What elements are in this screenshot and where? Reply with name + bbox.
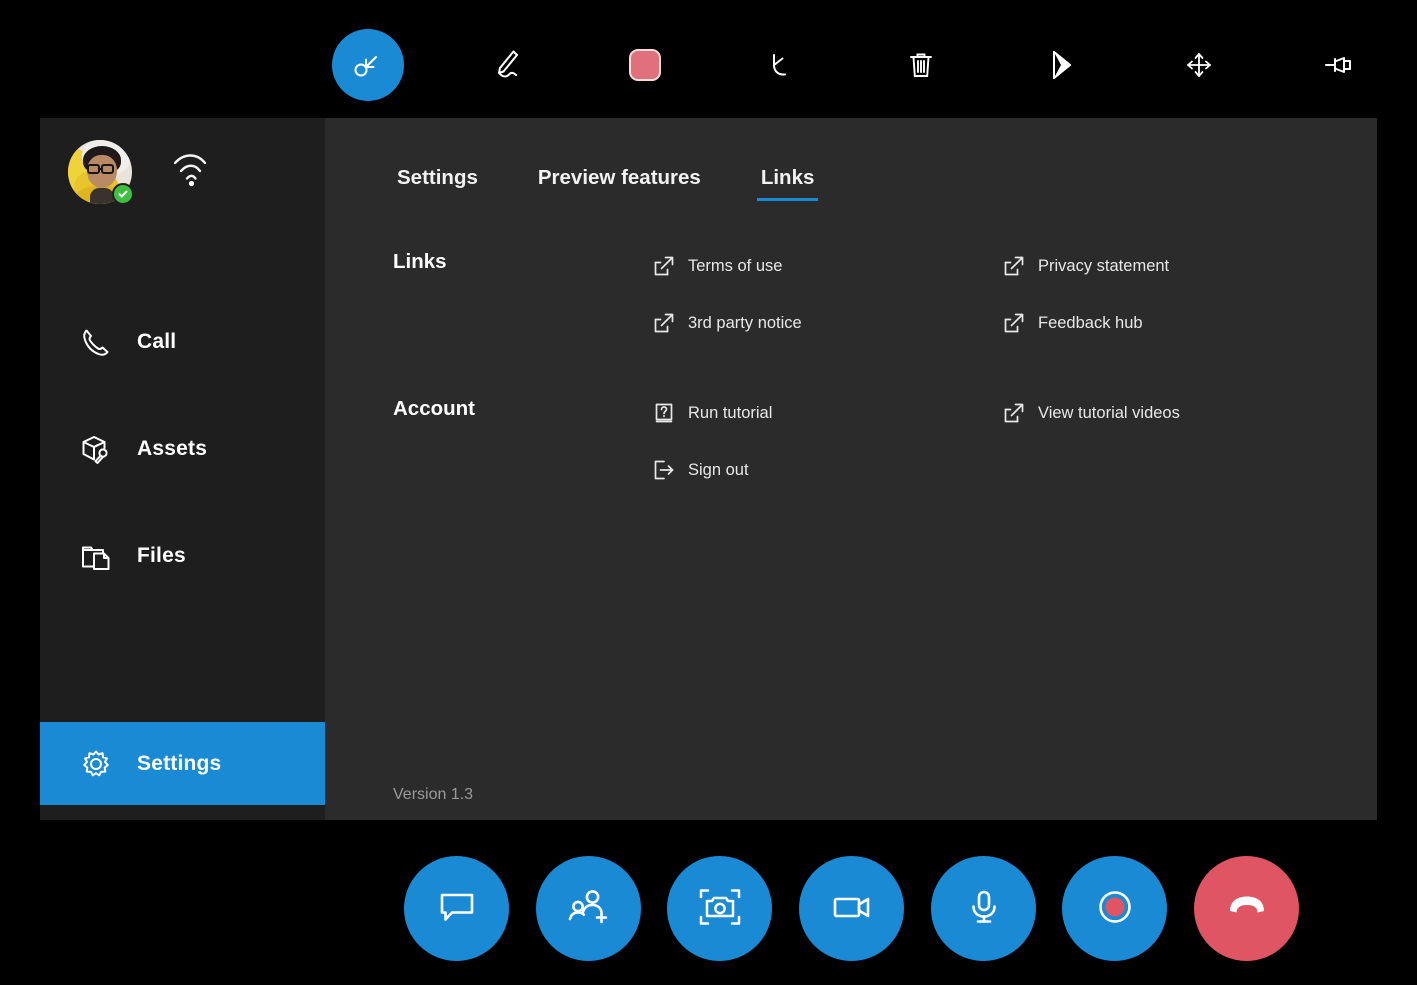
pen-icon — [486, 44, 528, 86]
hangup-phone-icon — [1222, 884, 1272, 933]
sidebar-item-files[interactable]: Files — [40, 514, 325, 597]
top-toolbar — [0, 0, 1417, 118]
help-book-icon — [653, 402, 675, 424]
capture-button[interactable] — [667, 856, 772, 961]
profile-row — [68, 140, 210, 204]
sidebar-item-label: Call — [137, 330, 176, 354]
link-label: 3rd party notice — [688, 314, 802, 333]
red-square-icon — [628, 48, 662, 82]
sidebar-nav: Call Assets — [40, 300, 325, 597]
sidebar-item-label: Assets — [137, 437, 207, 461]
sidebar-item-assets[interactable]: Assets — [40, 407, 325, 490]
link-run-tutorial[interactable]: Run tutorial — [653, 395, 1003, 431]
microphone-icon — [961, 884, 1007, 933]
camera-icon — [696, 884, 744, 933]
tab-links[interactable]: Links — [757, 166, 819, 201]
group-account: Account — [393, 395, 1353, 509]
tab-bar: Settings Preview features Links — [393, 166, 818, 201]
cursor-select-icon — [348, 45, 388, 85]
files-icon — [76, 536, 116, 576]
sidebar-item-label: Settings — [137, 752, 221, 776]
end-call-button[interactable] — [1194, 856, 1299, 961]
external-link-icon — [1003, 312, 1025, 334]
color-tool-button[interactable] — [609, 29, 681, 101]
undo-tool-button[interactable] — [747, 29, 819, 101]
group-title: Account — [393, 395, 653, 509]
link-3rd-party-notice[interactable]: 3rd party notice — [653, 305, 1003, 341]
sidebar-item-label: Files — [137, 544, 186, 568]
chat-button[interactable] — [404, 856, 509, 961]
external-link-icon — [1003, 255, 1025, 277]
version-label: Version 1.3 — [393, 786, 473, 804]
status-badge — [112, 183, 134, 205]
gear-icon — [76, 744, 116, 784]
app-window: Call Assets — [40, 118, 1377, 820]
select-tool-button[interactable] — [332, 29, 404, 101]
pin-tool-button[interactable] — [1303, 29, 1375, 101]
sidebar-item-settings[interactable]: Settings — [40, 722, 325, 805]
link-label: Run tutorial — [688, 404, 772, 423]
trash-icon — [902, 46, 940, 84]
group-column: Privacy statement — [1003, 248, 1353, 362]
delete-tool-button[interactable] — [885, 29, 957, 101]
link-groups: Links — [393, 248, 1353, 542]
sidebar: Call Assets — [40, 118, 325, 820]
link-privacy-statement[interactable]: Privacy statement — [1003, 248, 1353, 284]
record-icon — [1092, 884, 1138, 933]
link-label: Privacy statement — [1038, 257, 1169, 276]
mic-button[interactable] — [931, 856, 1036, 961]
link-view-tutorial-videos[interactable]: View tutorial videos — [1003, 395, 1353, 431]
external-link-icon — [1003, 402, 1025, 424]
move-tool-button[interactable] — [1163, 29, 1235, 101]
link-sign-out[interactable]: Sign out — [653, 452, 1003, 488]
add-people-button[interactable] — [536, 856, 641, 961]
sign-out-icon — [653, 459, 675, 481]
content-panel: Settings Preview features Links Links — [325, 118, 1377, 820]
tab-preview-features[interactable]: Preview features — [534, 166, 705, 201]
group-column: Run tutorial Sign o — [653, 395, 1003, 509]
phone-icon — [76, 322, 116, 362]
group-links: Links — [393, 248, 1353, 362]
assets-icon — [76, 429, 116, 469]
external-link-icon — [653, 255, 675, 277]
link-label: Terms of use — [688, 257, 782, 276]
link-feedback-hub[interactable]: Feedback hub — [1003, 305, 1353, 341]
group-column: Terms of use — [653, 248, 1003, 362]
move-arrows-icon — [1180, 46, 1218, 84]
ink-tool-button[interactable] — [471, 29, 543, 101]
video-button[interactable] — [799, 856, 904, 961]
external-link-icon — [653, 312, 675, 334]
call-action-bar — [0, 820, 1417, 985]
send-tool-button[interactable] — [1025, 29, 1097, 101]
avatar[interactable] — [68, 140, 132, 204]
send-arrow-icon — [1042, 46, 1080, 84]
link-label: View tutorial videos — [1038, 404, 1180, 423]
group-column: View tutorial videos — [1003, 395, 1353, 509]
add-person-icon — [565, 884, 613, 933]
sidebar-item-call[interactable]: Call — [40, 300, 325, 383]
tab-settings[interactable]: Settings — [393, 166, 482, 201]
link-label: Feedback hub — [1038, 314, 1143, 333]
app-root: Call Assets — [0, 0, 1417, 985]
video-camera-icon — [828, 884, 876, 933]
chat-bubble-icon — [434, 884, 480, 933]
group-title: Links — [393, 248, 653, 362]
record-button[interactable] — [1062, 856, 1167, 961]
wifi-signal-icon — [170, 154, 210, 190]
link-label: Sign out — [688, 461, 749, 480]
link-terms-of-use[interactable]: Terms of use — [653, 248, 1003, 284]
pin-icon — [1320, 46, 1358, 84]
undo-arrow-icon — [763, 45, 803, 85]
